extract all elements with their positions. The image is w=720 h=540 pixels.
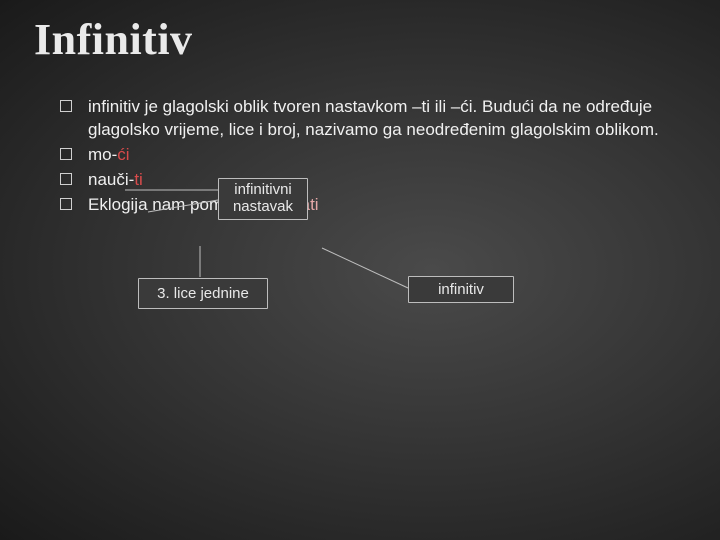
bullet-3-stem: nauči- <box>88 170 134 189</box>
bullet-3-text: nauči-ti <box>88 169 670 192</box>
callout-3-lice-jednine: 3. lice jednine <box>138 278 268 309</box>
content-area: infinitiv je glagolski oblik tvoren nast… <box>60 96 670 219</box>
checkbox-icon <box>60 173 72 185</box>
bullet-3: nauči-ti <box>60 169 670 192</box>
callout-infinitiv-text: infinitiv <box>438 281 484 298</box>
bullet-4: Eklogija nam pomaže spoznati <box>60 194 670 217</box>
callout-infinitivni-line2: nastavak <box>227 198 299 215</box>
checkbox-icon <box>60 198 72 210</box>
checkbox-icon <box>60 148 72 160</box>
bullet-3-suffix: ti <box>134 170 143 189</box>
bullet-1: infinitiv je glagolski oblik tvoren nast… <box>60 96 670 142</box>
callout-infinitivni-nastavak: infinitivni nastavak <box>218 178 308 220</box>
bullet-2: mo-ći <box>60 144 670 167</box>
checkbox-icon <box>60 100 72 112</box>
callout-infinitiv: infinitiv <box>408 276 514 303</box>
callout-infinitivni-line1: infinitivni <box>227 181 299 198</box>
bullet-1-text: infinitiv je glagolski oblik tvoren nast… <box>88 96 670 142</box>
bullet-2-text: mo-ći <box>88 144 670 167</box>
bullet-2-stem: mo- <box>88 145 117 164</box>
bullet-2-suffix: ći <box>117 145 129 164</box>
bullet-4-text: Eklogija nam pomaže spoznati <box>88 194 670 217</box>
connector-lines <box>0 0 720 540</box>
slide-title: Infinitiv <box>34 14 193 65</box>
callout-3lice-text: 3. lice jednine <box>157 285 249 302</box>
